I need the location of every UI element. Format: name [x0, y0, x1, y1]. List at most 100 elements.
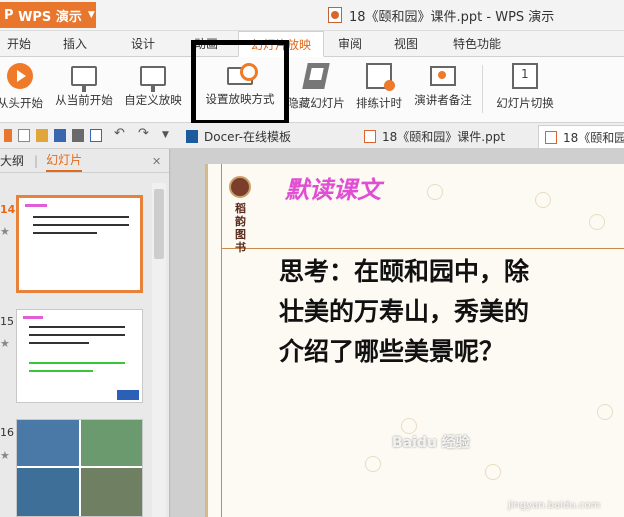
- presenter-notes-label: 演讲者备注: [414, 93, 472, 107]
- thumb-green-text: [29, 370, 93, 372]
- hide-slide-icon: [302, 63, 330, 89]
- star-icon: ★: [0, 449, 10, 462]
- doc-tab-courseware[interactable]: 18《颐和园》课件.ppt: [358, 125, 538, 148]
- custom-show-label: 自定义放映: [124, 93, 182, 107]
- play-icon: [7, 63, 33, 89]
- window-title: 18《颐和园》课件.ppt - WPS 演示: [349, 10, 555, 25]
- from-current-button[interactable]: 从当前开始: [52, 61, 116, 117]
- rehearse-timings-button[interactable]: 排练计时: [352, 61, 406, 117]
- hide-slide-label: 隐藏幻灯片: [287, 96, 345, 110]
- from-start-label: 从头开始: [0, 96, 43, 110]
- scrollbar-thumb[interactable]: [154, 189, 164, 259]
- custom-show-button[interactable]: 自定义放映: [120, 61, 186, 117]
- annotation-highlight-box: [191, 40, 289, 125]
- title-bar: P WPS 演示 ▼ 18《颐和园》课件.ppt - WPS 演示: [0, 0, 624, 31]
- app-logo: P: [4, 7, 14, 23]
- watermark-url: jingyan.baidu.com: [508, 500, 601, 511]
- custom-show-icon: [140, 66, 166, 92]
- undo-icon[interactable]: ↶: [114, 126, 126, 141]
- thumb-text-line: [29, 326, 125, 328]
- thumb-text-line: [33, 232, 97, 234]
- doc-tab-current-label: 18《颐和园: [563, 130, 624, 145]
- tab-insert[interactable]: 插入: [38, 31, 112, 57]
- frame-line: [221, 164, 222, 517]
- thumb-photo: [17, 468, 79, 516]
- decorative-seal-icon: [485, 464, 501, 480]
- doc-tab-courseware-label: 18《颐和园》课件.ppt: [382, 130, 506, 144]
- customize-dropdown-icon[interactable]: ▼: [162, 130, 174, 143]
- from-current-label: 从当前开始: [55, 93, 113, 107]
- slide-thumbnail-16[interactable]: [16, 419, 143, 517]
- tab-special-features[interactable]: 特色功能: [436, 31, 518, 57]
- star-icon: ★: [0, 225, 10, 238]
- thumb-text-line: [33, 216, 129, 218]
- slide-border: [205, 164, 208, 517]
- quick-menu-icon[interactable]: [4, 129, 12, 142]
- logo-seal-icon: [229, 176, 251, 198]
- hide-slide-button[interactable]: 隐藏幻灯片: [284, 61, 348, 117]
- panel-scrollbar[interactable]: [152, 183, 166, 517]
- panel-tabs: 大纲 | 幻灯片: [0, 149, 169, 173]
- slide-thumbnail-15[interactable]: [16, 309, 143, 403]
- quick-access-bar: ↶ ↷ ▼ Docer-在线模板 18《颐和园》课件.ppt 18《颐和园: [0, 123, 624, 149]
- slide-number: 16: [0, 426, 14, 439]
- decorative-seal-icon: [597, 404, 613, 420]
- rehearse-timings-label: 排练计时: [356, 96, 402, 110]
- ribbon-toolbar: 从头开始 从当前开始 自定义放映 设置放映方式 隐藏幻灯片 排练计时 演讲者备注…: [0, 57, 624, 123]
- panel-tab-divider: |: [34, 153, 39, 168]
- thumb-heading: [25, 204, 47, 207]
- tab-outline[interactable]: 大纲: [0, 152, 24, 169]
- print-icon[interactable]: [72, 129, 84, 142]
- body-line: 思考：在颐和园中，除: [279, 257, 530, 286]
- thumb-photo: [81, 468, 142, 516]
- tab-view[interactable]: 视图: [376, 31, 436, 57]
- thumb-photo: [17, 420, 79, 466]
- screen-play-icon: [71, 66, 97, 92]
- slide-thumbnail-14[interactable]: [16, 195, 143, 293]
- app-menu-button[interactable]: P WPS 演示 ▼: [0, 2, 96, 28]
- close-panel-icon[interactable]: ✕: [152, 155, 161, 168]
- ppt-file-icon: [364, 130, 376, 143]
- decorative-seal-icon: [427, 184, 443, 200]
- doc-tab-current[interactable]: 18《颐和园: [538, 125, 624, 148]
- print-preview-icon[interactable]: [90, 129, 102, 142]
- save-icon[interactable]: [54, 129, 66, 142]
- slide-number: 14: [0, 203, 16, 216]
- thumb-text-line: [33, 224, 129, 226]
- slide-canvas: 稻韵图书 默读课文 思考：在颐和园中，除 壮美的万寿山，秀美的 介绍了哪些美景呢…: [171, 149, 624, 517]
- docer-icon: [186, 130, 198, 143]
- tab-slides[interactable]: 幻灯片: [46, 150, 83, 172]
- decorative-seal-icon: [535, 192, 551, 208]
- body-line: 介绍了哪些美景呢？: [279, 337, 505, 366]
- seal-text: 稻韵图书: [235, 202, 246, 254]
- slide-editor[interactable]: 稻韵图书 默读课文 思考：在颐和园中，除 壮美的万寿山，秀美的 介绍了哪些美景呢…: [205, 164, 624, 517]
- redo-icon[interactable]: ↷: [138, 126, 150, 141]
- watermark: Baidu 经验: [392, 435, 470, 451]
- presenter-icon: [430, 66, 456, 86]
- toolbar-separator: [482, 65, 483, 113]
- thumb-text-line: [29, 334, 125, 336]
- slides-panel: 大纲 | 幻灯片 ✕ 14 ★ 15 ★ 16 ★: [0, 149, 170, 517]
- tab-design[interactable]: 设计: [112, 31, 174, 57]
- slide-body-text[interactable]: 思考：在颐和园中，除 壮美的万寿山，秀美的 介绍了哪些美景呢？: [279, 252, 624, 372]
- body-line: 壮美的万寿山，秀美的: [279, 297, 530, 326]
- slide-transition-label: 幻灯片切换: [496, 96, 554, 110]
- ppt-file-icon: [545, 130, 557, 144]
- open-folder-icon[interactable]: [36, 129, 48, 142]
- from-start-button[interactable]: 从头开始: [0, 61, 46, 117]
- presenter-notes-button[interactable]: 演讲者备注: [410, 61, 476, 117]
- slide-heading[interactable]: 默读课文: [285, 170, 381, 205]
- decorative-seal-icon: [365, 456, 381, 472]
- doc-tab-docer[interactable]: Docer-在线模板: [180, 125, 350, 148]
- tab-review[interactable]: 审阅: [324, 31, 376, 57]
- new-file-icon[interactable]: [18, 129, 30, 142]
- slide-transition-button[interactable]: 幻灯片切换: [490, 61, 560, 117]
- thumb-heading: [23, 316, 43, 319]
- thumb-button-shape: [117, 390, 139, 400]
- thumb-photo: [81, 420, 142, 466]
- slide-transition-icon: [512, 63, 538, 89]
- decorative-seal-icon: [589, 214, 605, 230]
- star-icon: ★: [0, 337, 10, 350]
- doc-tab-docer-label: Docer-在线模板: [204, 130, 292, 144]
- tab-home[interactable]: 开始: [0, 31, 38, 57]
